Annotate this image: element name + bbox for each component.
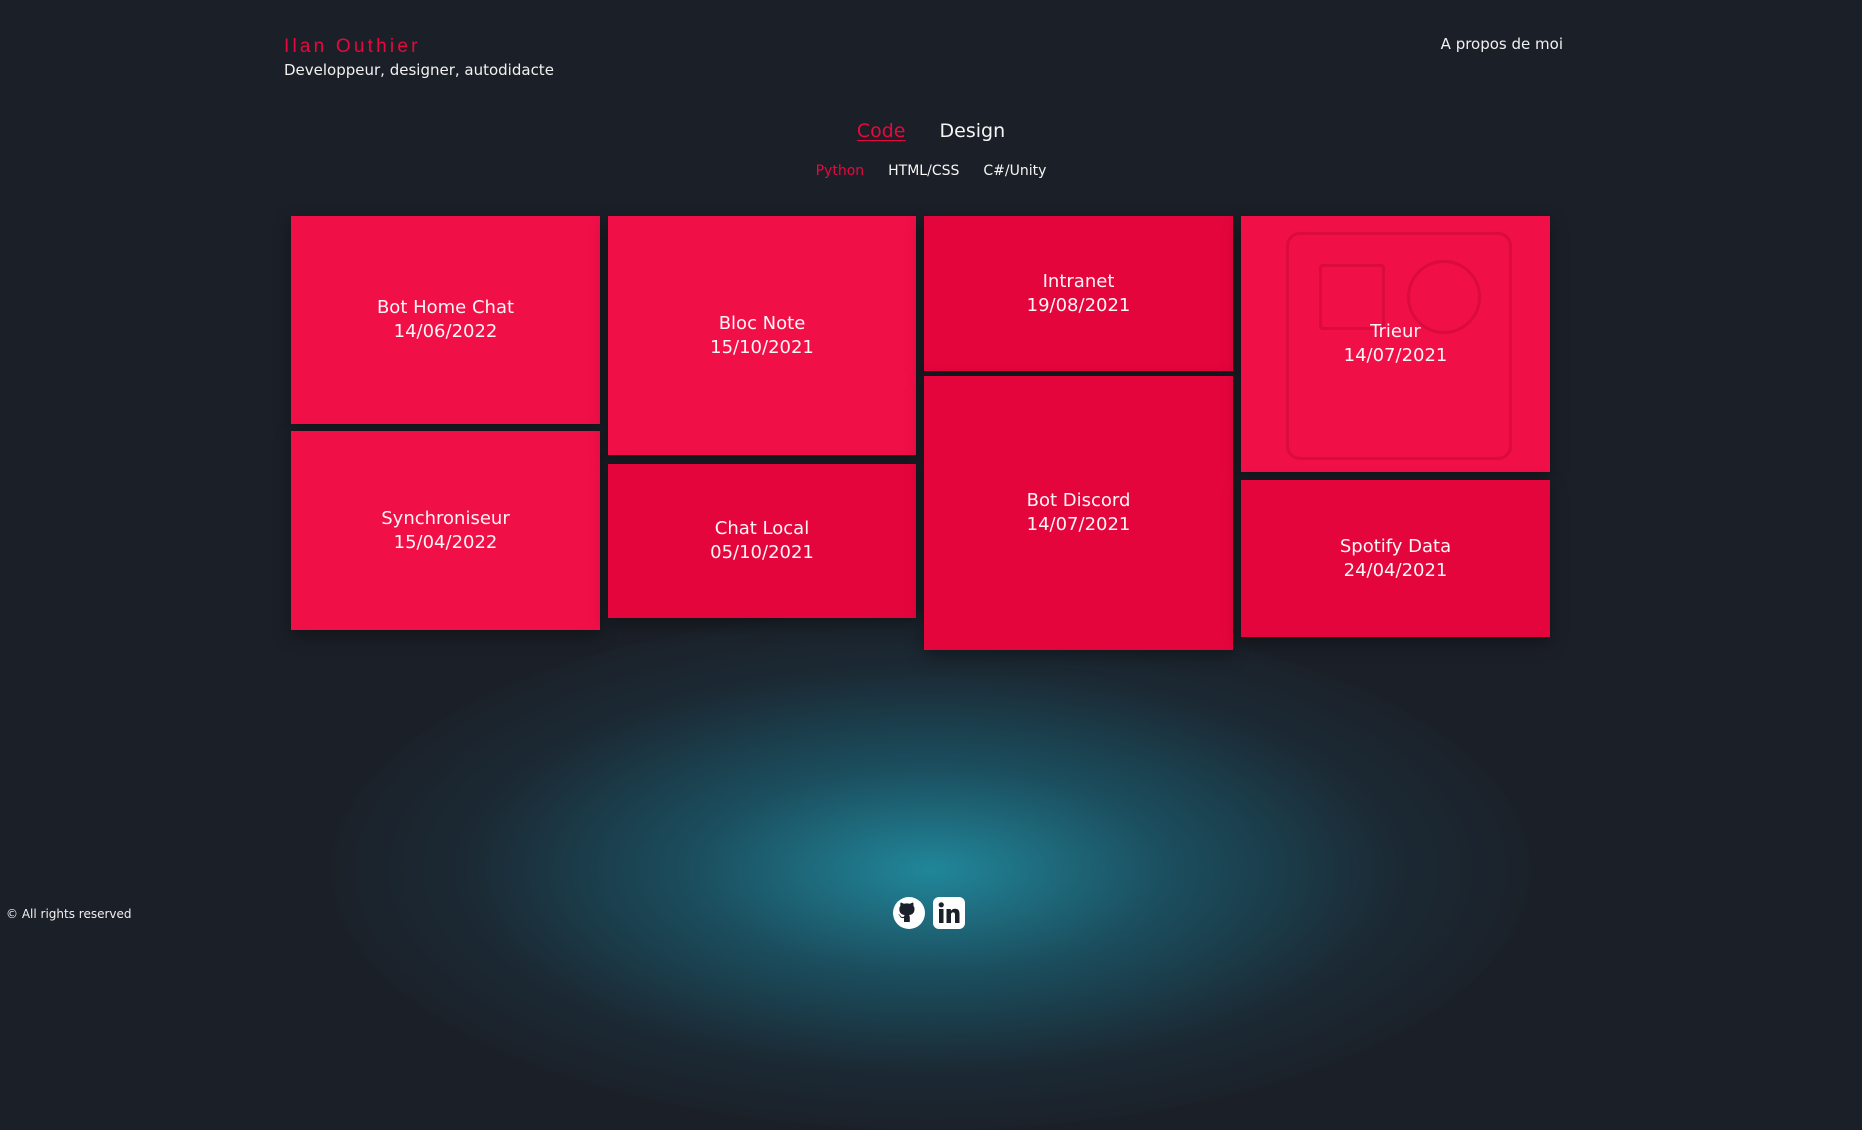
site-tagline: Developpeur, designer, autodidacte — [284, 61, 554, 79]
project-card-synchroniseur[interactable]: Synchroniseur 15/04/2022 — [291, 431, 600, 630]
project-card-intranet[interactable]: Intranet 19/08/2021 — [924, 216, 1233, 371]
project-card-bot-discord[interactable]: Bot Discord 14/07/2021 — [924, 376, 1233, 650]
tab-html-css[interactable]: HTML/CSS — [888, 163, 959, 179]
project-date: 14/07/2021 — [1026, 514, 1131, 535]
tab-code[interactable]: Code — [857, 120, 906, 142]
project-date: 15/10/2021 — [710, 336, 814, 358]
background-glow — [331, 610, 1531, 1130]
site-owner-name[interactable]: Ilan Outhier — [284, 36, 554, 58]
project-card-trieur[interactable]: Trieur 14/07/2021 — [1241, 216, 1550, 472]
project-date: 05/10/2021 — [710, 542, 814, 563]
project-title: Intranet — [1042, 270, 1115, 292]
brand: Ilan Outhier Developpeur, designer, auto… — [284, 36, 554, 80]
language-tabs: Python HTML/CSS C#/Unity — [0, 163, 1862, 179]
project-title: Synchroniseur — [381, 507, 510, 529]
project-title: Bot Discord — [1026, 490, 1131, 511]
project-date: 24/04/2021 — [1343, 559, 1448, 581]
project-card-bot-home-chat[interactable]: Bot Home Chat 14/06/2022 — [291, 216, 600, 424]
project-card-spotify-data[interactable]: Spotify Data 24/04/2021 — [1241, 480, 1550, 637]
tab-design[interactable]: Design — [940, 120, 1006, 142]
github-icon[interactable] — [893, 897, 925, 929]
project-title: Bloc Note — [718, 312, 806, 334]
category-tabs: Code Design — [0, 120, 1862, 142]
project-date: 15/04/2022 — [393, 531, 498, 553]
project-card-bloc-note[interactable]: Bloc Note 15/10/2021 — [608, 216, 916, 455]
tab-csharp-unity[interactable]: C#/Unity — [983, 163, 1046, 179]
project-title: Trieur — [1370, 321, 1421, 342]
project-date: 14/06/2022 — [393, 321, 498, 342]
project-title: Spotify Data — [1339, 535, 1452, 557]
tab-python[interactable]: Python — [816, 163, 865, 179]
social-links — [893, 897, 965, 929]
project-title: Bot Home Chat — [376, 297, 515, 318]
copyright-text: © All rights reserved — [6, 907, 132, 921]
project-title: Chat Local — [714, 518, 810, 539]
project-card-chat-local[interactable]: Chat Local 05/10/2021 — [608, 464, 916, 618]
project-date: 14/07/2021 — [1343, 345, 1448, 366]
linkedin-icon[interactable] — [933, 897, 965, 929]
about-link[interactable]: A propos de moi — [1441, 35, 1563, 53]
project-date: 19/08/2021 — [1026, 294, 1131, 316]
